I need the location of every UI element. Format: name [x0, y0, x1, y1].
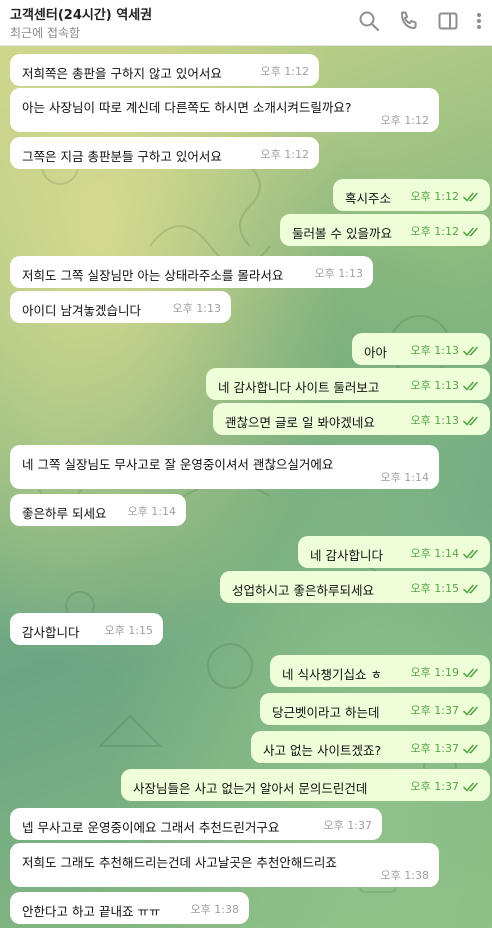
last-seen-status: 최근에 접속함 — [10, 26, 81, 40]
message-time: 오후 1:12 — [380, 114, 429, 127]
message-text: 그쪽은 지금 총판분들 구하고 있어서요 — [22, 149, 222, 164]
read-checkmark-icon — [463, 346, 481, 356]
message-text: 넵 무사고로 운영중이에요 그래서 추천드린거구요 — [22, 820, 280, 835]
message-time: 오후 1:13 — [410, 344, 459, 357]
read-checkmark-icon — [463, 584, 481, 594]
message-text: 네 그쪽 실장님도 무사고로 잘 운영중이셔서 괜찮으실거에요 — [22, 457, 334, 472]
incoming-message[interactable]: 안한다고 하고 끝내죠 ㅠㅠ 오후 1:38 — [10, 892, 249, 924]
message-time: 오후 1:38 — [380, 869, 429, 882]
message-text: 혹시주소 — [345, 191, 392, 206]
message-text: 저희도 그래도 추천해드리는건데 사고날곳은 추천안해드리죠 — [22, 855, 337, 870]
outgoing-message[interactable]: 당근벳이라고 하는데 오후 1:37 — [260, 693, 490, 725]
message-time: 오후 1:13 — [172, 302, 221, 315]
message-text: 사장님들은 사고 없는거 알아서 문의드린건데 — [133, 781, 368, 796]
incoming-message[interactable]: 그쪽은 지금 총판분들 구하고 있어서요 오후 1:12 — [10, 137, 319, 169]
chat-title[interactable]: 고객센터(24시간) 역세권 — [10, 4, 152, 23]
message-text: 아는 사장님이 따로 계신데 다른쪽도 하시면 소개시켜드릴까요? — [22, 100, 352, 115]
message-time: 오후 1:12 — [260, 148, 309, 161]
message-text: 아아 — [364, 345, 388, 360]
message-text: 아이디 남겨놓겠습니다 — [22, 303, 141, 318]
more-vertical-icon[interactable] — [472, 9, 486, 33]
message-time: 오후 1:15 — [410, 582, 459, 595]
message-time: 오후 1:12 — [260, 65, 309, 78]
message-text: 안한다고 하고 끝내죠 ㅠㅠ — [22, 904, 161, 919]
message-time: 오후 1:14 — [410, 547, 459, 560]
incoming-message[interactable]: 저희도 그쪽 실장님만 아는 상태라주소를 몰라서요 오후 1:13 — [10, 256, 373, 288]
read-checkmark-icon — [463, 549, 481, 559]
incoming-message[interactable]: 넵 무사고로 운영중이에요 그래서 추천드린거구요 오후 1:37 — [10, 808, 382, 840]
outgoing-message[interactable]: 네 식사챙기십쇼 ㅎ 오후 1:19 — [270, 655, 490, 687]
read-checkmark-icon — [463, 416, 481, 426]
read-checkmark-icon — [463, 381, 481, 391]
message-time: 오후 1:38 — [190, 903, 239, 916]
incoming-message[interactable]: 아이디 남겨놓겠습니다 오후 1:13 — [10, 291, 231, 323]
message-time: 오후 1:12 — [410, 225, 459, 238]
message-time: 오후 1:19 — [410, 666, 459, 679]
incoming-message[interactable]: 아는 사장님이 따로 계신데 다른쪽도 하시면 소개시켜드릴까요? 오후 1:12 — [10, 88, 439, 132]
outgoing-message[interactable]: 괜찮으면 글로 일 봐야겠네요 오후 1:13 — [213, 403, 490, 435]
incoming-message[interactable]: 저희쪽은 총판을 구하지 않고 있어서요 오후 1:12 — [10, 54, 319, 86]
message-text: 네 감사합니다 — [310, 548, 383, 563]
read-checkmark-icon — [463, 227, 481, 237]
message-text: 당근벳이라고 하는데 — [272, 705, 380, 720]
read-checkmark-icon — [463, 744, 481, 754]
phone-icon[interactable] — [397, 9, 421, 33]
message-time: 오후 1:14 — [380, 471, 429, 484]
message-text: 둘러볼 수 있을까요 — [292, 226, 392, 241]
message-time: 오후 1:14 — [127, 505, 176, 518]
message-time: 오후 1:13 — [314, 267, 363, 280]
message-time: 오후 1:12 — [410, 190, 459, 203]
incoming-message[interactable]: 네 그쪽 실장님도 무사고로 잘 운영중이셔서 괜찮으실거에요오후 1:14 — [10, 445, 439, 489]
outgoing-message[interactable]: 사장님들은 사고 없는거 알아서 문의드린건데 오후 1:37 — [121, 769, 490, 801]
message-text: 좋은하루 되세요 — [22, 506, 107, 521]
outgoing-message[interactable]: 아아 오후 1:13 — [352, 333, 490, 365]
incoming-message[interactable]: 저희도 그래도 추천해드리는건데 사고날곳은 추천안해드리죠오후 1:38 — [10, 843, 439, 887]
message-text: 괜찮으면 글로 일 봐야겠네요 — [225, 415, 375, 430]
outgoing-message[interactable]: 사고 없는 사이트겠죠? 오후 1:37 — [251, 731, 490, 763]
message-text: 사고 없는 사이트겠죠? — [263, 743, 382, 758]
message-text: 저희도 그쪽 실장님만 아는 상태라주소를 몰라서요 — [22, 268, 284, 283]
read-checkmark-icon — [463, 668, 481, 678]
message-list[interactable]: 저희쪽은 총판을 구하지 않고 있어서요 오후 1:12 아는 사장님이 따로 계신… — [0, 46, 492, 928]
outgoing-message[interactable]: 네 감사합니다 사이트 둘러보고 오후 1:13 — [206, 368, 490, 400]
read-checkmark-icon — [463, 782, 481, 792]
outgoing-message[interactable]: 둘러볼 수 있을까요 오후 1:12 — [280, 214, 490, 246]
message-text: 성업하시고 좋은하루되세요 — [232, 583, 374, 598]
message-text: 네 감사합니다 사이트 둘러보고 — [218, 380, 380, 395]
message-text: 네 식사챙기십쇼 ㅎ — [282, 667, 382, 682]
message-time: 오후 1:13 — [410, 379, 459, 392]
read-checkmark-icon — [463, 706, 481, 716]
sidebar-toggle-icon[interactable] — [436, 9, 460, 33]
chat-header: 고객센터(24시간) 역세권 최근에 접속함 — [0, 0, 492, 46]
read-checkmark-icon — [463, 192, 481, 202]
message-time: 오후 1:13 — [410, 414, 459, 427]
outgoing-message[interactable]: 혹시주소 오후 1:12 — [333, 179, 490, 211]
incoming-message[interactable]: 감사합니다 오후 1:15 — [10, 613, 163, 645]
message-time: 오후 1:15 — [104, 624, 153, 637]
message-time: 오후 1:37 — [410, 704, 459, 717]
message-text: 감사합니다 — [22, 625, 80, 640]
search-icon[interactable] — [357, 9, 381, 33]
message-time: 오후 1:37 — [410, 742, 459, 755]
outgoing-message[interactable]: 성업하시고 좋은하루되세요 오후 1:15 — [220, 571, 490, 603]
message-text: 저희쪽은 총판을 구하지 않고 있어서요 — [22, 66, 222, 81]
outgoing-message[interactable]: 네 감사합니다 오후 1:14 — [298, 536, 490, 568]
message-time: 오후 1:37 — [410, 780, 459, 793]
incoming-message[interactable]: 좋은하루 되세요 오후 1:14 — [10, 494, 186, 526]
message-time: 오후 1:37 — [323, 819, 372, 832]
